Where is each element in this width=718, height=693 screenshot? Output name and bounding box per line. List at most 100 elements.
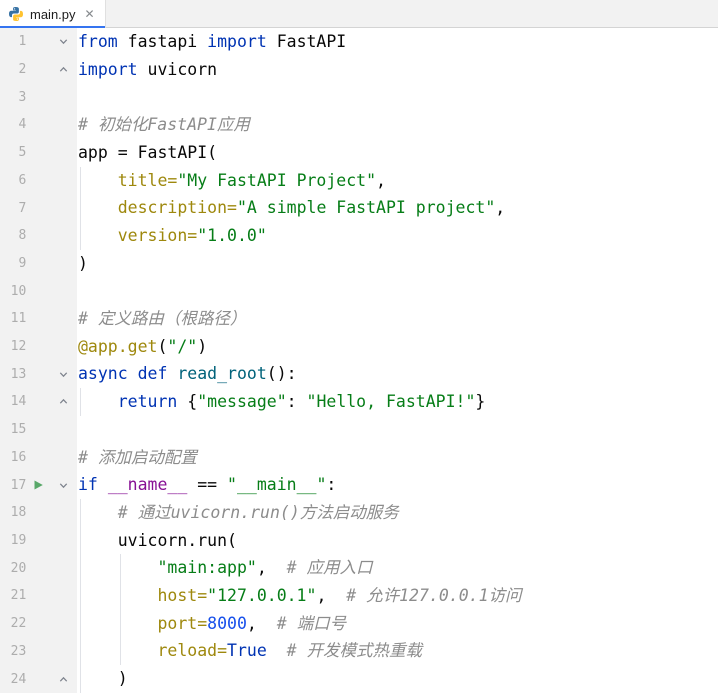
code-text[interactable]: title="My FastAPI Project",	[77, 166, 718, 195]
code-line[interactable]: 18 # 通过uvicorn.run()方法启动服务	[0, 498, 718, 527]
code-line[interactable]: 22 port=8000, # 端口号	[0, 609, 718, 638]
code-text[interactable]: return {"message": "Hello, FastAPI!"}	[77, 388, 718, 416]
code-text[interactable]	[77, 416, 718, 444]
code-text[interactable]: # 通过uvicorn.run()方法启动服务	[77, 498, 718, 527]
gutter[interactable]: 11	[0, 305, 77, 333]
line-number[interactable]: 8	[0, 228, 26, 243]
fold-end-icon[interactable]	[50, 64, 77, 75]
gutter[interactable]: 22	[0, 609, 77, 638]
line-number[interactable]: 17	[0, 478, 27, 493]
code-text[interactable]: app = FastAPI(	[77, 139, 718, 167]
code-text[interactable]: description="A simple FastAPI project",	[77, 194, 718, 222]
code-line[interactable]: 7 description="A simple FastAPI project"…	[0, 194, 718, 222]
line-number[interactable]: 13	[0, 367, 27, 382]
fold-end-icon[interactable]	[50, 674, 77, 685]
code-text[interactable]: # 定义路由（根路径）	[77, 305, 718, 333]
gutter[interactable]: 12	[0, 332, 77, 361]
code-line[interactable]: 10	[0, 277, 718, 306]
code-text[interactable]	[77, 83, 718, 111]
gutter[interactable]: 13	[0, 360, 77, 389]
code-text[interactable]: "main:app", # 应用入口	[77, 554, 718, 583]
fold-start-icon[interactable]	[50, 480, 77, 491]
code-line[interactable]: 2 import uvicorn	[0, 55, 718, 84]
code-line[interactable]: 19 uvicorn.run(	[0, 526, 718, 555]
gutter[interactable]: 9	[0, 249, 77, 278]
gutter[interactable]: 20	[0, 554, 77, 583]
code-line[interactable]: 6 title="My FastAPI Project",	[0, 166, 718, 195]
line-number[interactable]: 4	[0, 117, 26, 132]
gutter[interactable]: 2	[0, 55, 77, 84]
line-number[interactable]: 12	[0, 339, 27, 354]
line-number[interactable]: 22	[0, 616, 27, 631]
code-text[interactable]	[77, 277, 718, 305]
gutter[interactable]: 24	[0, 665, 77, 693]
gutter[interactable]: 6	[0, 166, 77, 195]
fold-start-icon[interactable]	[50, 369, 77, 380]
code-line[interactable]: 8 version="1.0.0"	[0, 221, 718, 250]
run-icon[interactable]	[26, 479, 49, 491]
gutter[interactable]: 10	[0, 277, 77, 306]
line-number[interactable]: 18	[0, 505, 27, 520]
line-number[interactable]: 20	[0, 561, 27, 576]
code-text[interactable]: port=8000, # 端口号	[77, 609, 718, 638]
code-line[interactable]: 12 @app.get("/")	[0, 332, 718, 361]
gutter[interactable]: 21	[0, 582, 77, 610]
code-line[interactable]: 20 "main:app", # 应用入口	[0, 554, 718, 583]
code-line[interactable]: 21 host="127.0.0.1", # 允许127.0.0.1访问	[0, 582, 718, 610]
line-number[interactable]: 3	[0, 90, 26, 105]
code-text[interactable]: async def read_root():	[77, 360, 718, 388]
gutter[interactable]: 14	[0, 388, 77, 416]
line-number[interactable]: 5	[0, 145, 26, 160]
gutter[interactable]: 8	[0, 221, 77, 250]
code-text[interactable]: @app.get("/")	[77, 333, 718, 361]
code-line[interactable]: 11 # 定义路由（根路径）	[0, 305, 718, 333]
gutter[interactable]: 16	[0, 443, 77, 472]
tab-main-py[interactable]: main.py ✕	[0, 0, 106, 28]
line-number[interactable]: 23	[0, 644, 27, 659]
line-number[interactable]: 19	[0, 533, 27, 548]
line-number[interactable]: 14	[0, 394, 27, 409]
code-text[interactable]: version="1.0.0"	[77, 221, 718, 250]
code-text[interactable]: )	[77, 250, 718, 278]
code-line[interactable]: 23 reload=True # 开发模式热重载	[0, 637, 718, 666]
fold-end-icon[interactable]	[50, 396, 77, 407]
code-line[interactable]: 24 )	[0, 665, 718, 693]
gutter[interactable]: 5	[0, 138, 77, 167]
gutter[interactable]: 17	[0, 471, 77, 499]
code-line[interactable]: 4 # 初始化FastAPI应用	[0, 111, 718, 139]
line-number[interactable]: 9	[0, 256, 26, 271]
code-text[interactable]: # 初始化FastAPI应用	[77, 111, 718, 139]
fold-start-icon[interactable]	[50, 36, 77, 47]
gutter[interactable]: 15	[0, 415, 77, 444]
code-text[interactable]: if __name__ == "__main__":	[77, 471, 718, 499]
code-line[interactable]: 9)	[0, 249, 718, 278]
code-line[interactable]: 13 async def read_root():	[0, 360, 718, 389]
gutter[interactable]: 7	[0, 194, 77, 222]
line-number[interactable]: 16	[0, 450, 27, 465]
code-line[interactable]: 17 if __name__ == "__main__":	[0, 471, 718, 499]
code-line[interactable]: 14 return {"message": "Hello, FastAPI!"}	[0, 388, 718, 416]
gutter[interactable]: 18	[0, 498, 77, 527]
line-number[interactable]: 24	[0, 672, 27, 687]
line-number[interactable]: 1	[0, 34, 26, 49]
line-number[interactable]: 6	[0, 173, 26, 188]
code-text[interactable]: host="127.0.0.1", # 允许127.0.0.1访问	[77, 582, 718, 610]
gutter[interactable]: 19	[0, 526, 77, 555]
line-number[interactable]: 2	[0, 62, 26, 77]
gutter[interactable]: 23	[0, 637, 77, 666]
code-line[interactable]: 3	[0, 83, 718, 112]
code-text[interactable]: from fastapi import FastAPI	[77, 28, 718, 56]
line-number[interactable]: 15	[0, 422, 27, 437]
code-text[interactable]: reload=True # 开发模式热重载	[77, 637, 718, 666]
code-line[interactable]: 1 from fastapi import FastAPI	[0, 28, 718, 56]
code-line[interactable]: 15	[0, 415, 718, 444]
gutter[interactable]: 3	[0, 83, 77, 112]
gutter[interactable]: 1	[0, 28, 77, 56]
gutter[interactable]: 4	[0, 111, 77, 139]
line-number[interactable]: 10	[0, 284, 27, 299]
code-text[interactable]: import uvicorn	[77, 56, 718, 84]
tab-close-icon[interactable]: ✕	[85, 8, 95, 20]
code-text[interactable]: )	[77, 665, 718, 693]
code-text[interactable]: uvicorn.run(	[77, 526, 718, 555]
line-number[interactable]: 21	[0, 588, 27, 603]
